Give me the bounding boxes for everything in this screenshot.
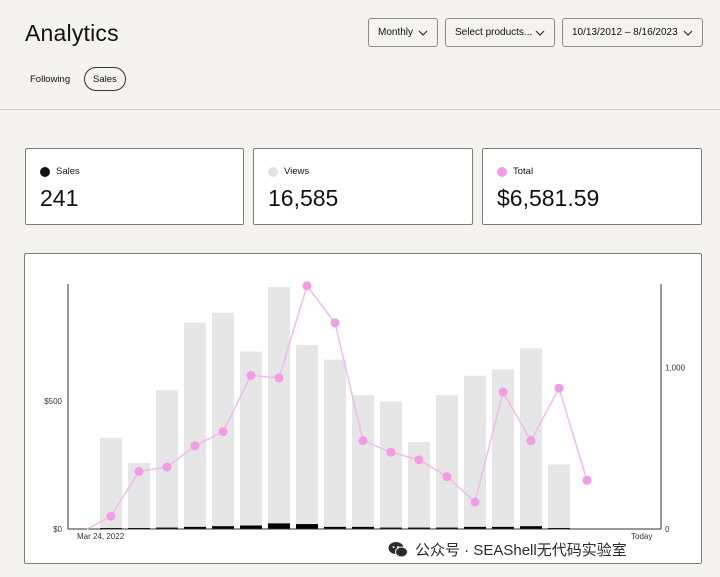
views-legend-dot-icon xyxy=(268,166,278,177)
stat-value-total: $6,581.59 xyxy=(497,185,600,211)
x-start-label: Mar 24, 2022 xyxy=(77,532,125,541)
chart-canvas: $0 $500 0 1,000 Mar 24, 2022 Today xyxy=(44,281,686,541)
views-bar xyxy=(156,390,178,529)
tab-sales-label: Sales xyxy=(93,73,117,85)
watermark-text: 公众号 · SEAShell无代码实验室 xyxy=(415,542,627,559)
total-point xyxy=(330,318,340,328)
chevron-down-icon xyxy=(417,27,429,39)
views-bar xyxy=(268,287,290,529)
left-tick-label: $0 xyxy=(53,525,62,534)
views-bar xyxy=(212,312,234,529)
date-range-picker[interactable]: 10/13/2012 – 8/16/2023 xyxy=(562,18,703,47)
chevron-down-icon xyxy=(534,27,546,39)
total-point xyxy=(302,281,312,291)
total-point xyxy=(218,427,228,437)
period-select-label: Monthly xyxy=(378,27,414,38)
stat-card-views: Views 16,585 xyxy=(253,148,473,225)
x-end-label: Today xyxy=(631,532,652,541)
total-point xyxy=(582,475,592,485)
total-point xyxy=(358,436,368,446)
total-point xyxy=(554,383,564,393)
right-tick-label: 0 xyxy=(665,525,670,534)
views-bar xyxy=(296,345,318,529)
total-point xyxy=(414,455,424,465)
views-bar xyxy=(380,401,402,529)
stat-value-sales: 241 xyxy=(40,185,79,211)
chevron-down-icon xyxy=(682,27,694,39)
wechat-icon xyxy=(388,542,408,558)
sales-bar xyxy=(240,525,262,529)
stat-label-views: Views xyxy=(284,166,310,177)
total-point xyxy=(498,387,508,397)
stat-card-total: Total $6,581.59 xyxy=(482,148,702,225)
views-bar xyxy=(436,395,458,529)
total-legend-dot-icon xyxy=(497,166,507,177)
total-point xyxy=(470,497,480,507)
total-point xyxy=(386,447,396,457)
watermark: 公众号 · SEAShell无代码实验室 xyxy=(388,539,627,560)
stat-label-row: Views xyxy=(268,166,309,177)
stat-label-row: Total xyxy=(497,166,533,177)
products-select-label: Select products... xyxy=(455,27,533,38)
views-bar xyxy=(408,441,430,529)
total-point xyxy=(134,466,144,476)
views-bar xyxy=(324,359,346,529)
sales-bar xyxy=(296,524,318,529)
stat-value-views: 16,585 xyxy=(268,185,339,211)
sales-bar xyxy=(268,523,290,529)
tab-sales[interactable]: Sales xyxy=(84,67,126,91)
page-header: Analytics Monthly Select products... 10/… xyxy=(0,0,720,110)
total-point xyxy=(106,511,116,521)
total-points xyxy=(106,281,592,521)
stat-label-sales: Sales xyxy=(56,166,80,177)
tab-following-label: Following xyxy=(30,73,71,85)
page-title: Analytics xyxy=(25,20,119,46)
total-point xyxy=(442,472,452,482)
right-tick-label: 1,000 xyxy=(665,364,686,373)
total-point xyxy=(246,370,256,380)
period-select[interactable]: Monthly xyxy=(368,18,438,47)
tab-following[interactable]: Following xyxy=(30,67,70,91)
left-tick-label: $500 xyxy=(44,397,62,406)
sales-chart: $0 $500 0 1,000 Mar 24, 2022 Today xyxy=(24,253,702,564)
stat-label-row: Sales xyxy=(40,166,80,177)
date-range-label: 10/13/2012 – 8/16/2023 xyxy=(572,27,678,38)
total-point xyxy=(162,462,172,472)
products-select[interactable]: Select products... xyxy=(445,18,555,47)
stat-label-total: Total xyxy=(513,166,534,177)
views-bar xyxy=(548,464,570,529)
total-point xyxy=(190,441,200,451)
stat-card-sales: Sales 241 xyxy=(25,148,244,225)
views-bar xyxy=(184,322,206,529)
total-point xyxy=(526,436,536,446)
total-point xyxy=(274,373,284,383)
sales-legend-dot-icon xyxy=(40,166,50,177)
views-bar xyxy=(352,395,374,529)
